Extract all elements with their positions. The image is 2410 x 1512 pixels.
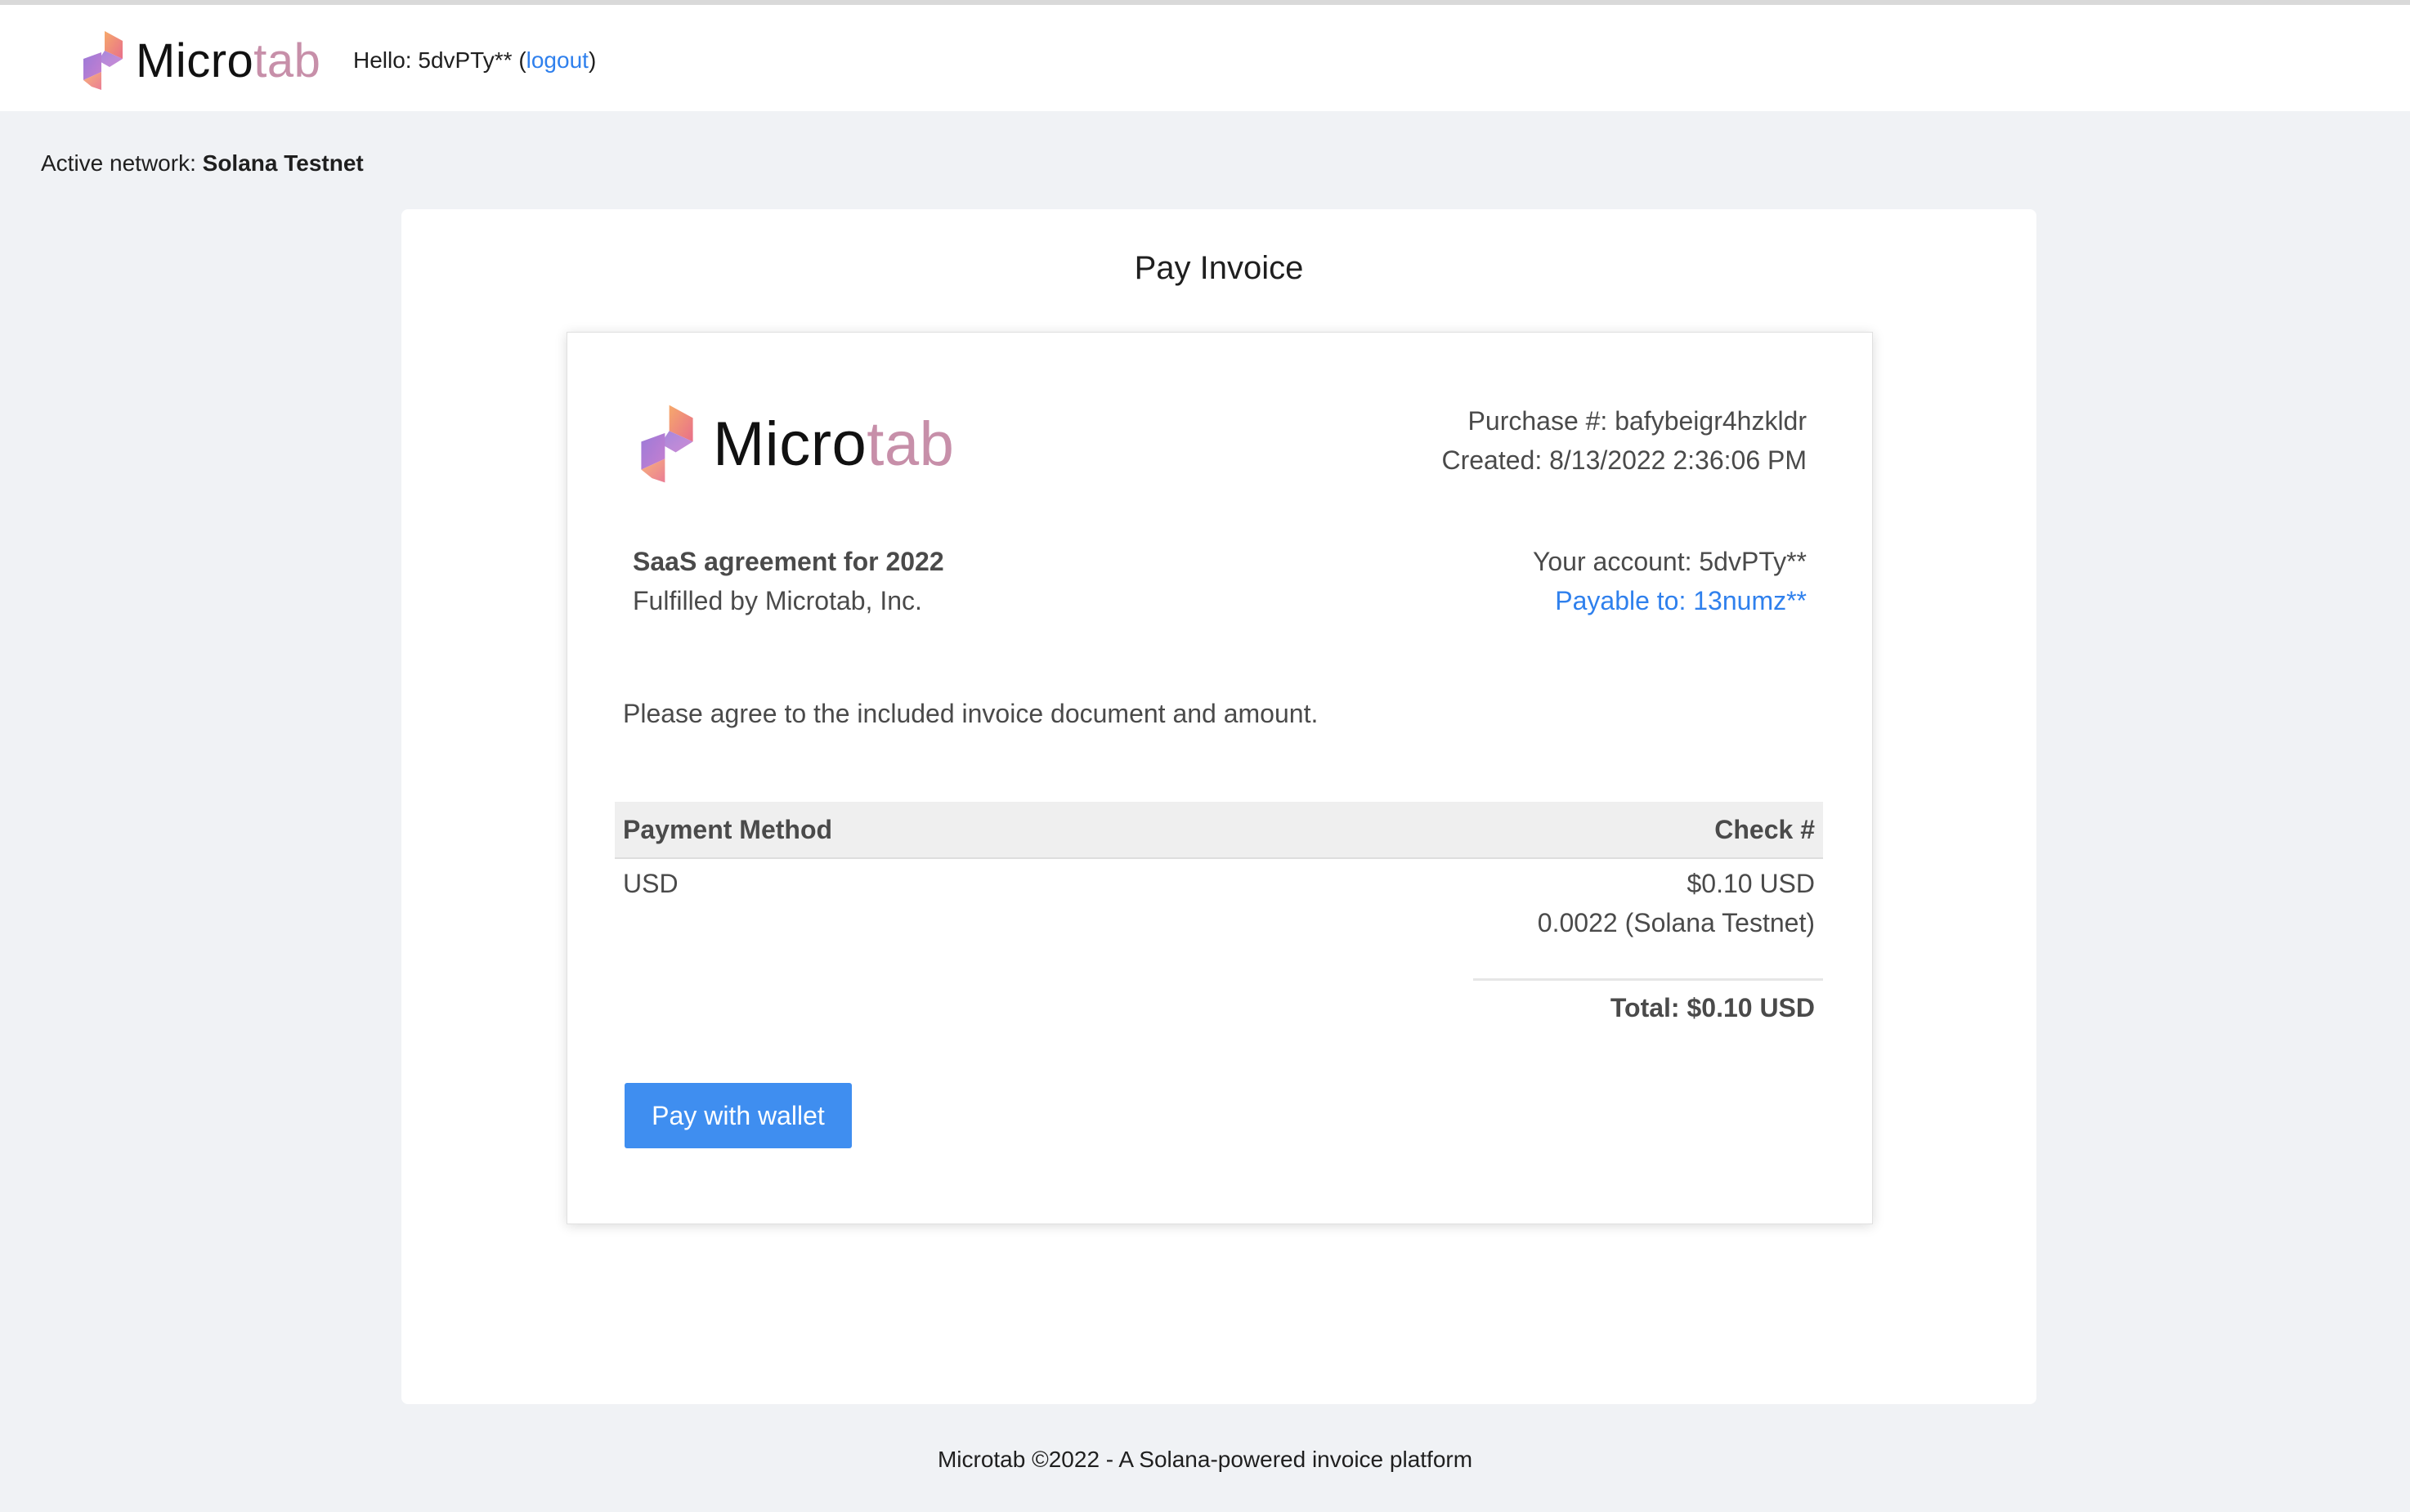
payment-amounts: $0.10 USD 0.0022 (Solana Testnet) (1538, 864, 1815, 942)
greeting-text: Hello: 5dvPTy** ( (353, 47, 526, 73)
brand-name-tab: tab (253, 34, 321, 87)
invoice-brand-name: Microtab (713, 409, 954, 480)
content-panel: Pay Invoice Microtab Purchase #: bafybei… (401, 209, 2036, 1404)
total-divider (1473, 978, 1823, 981)
active-network: Active network: Solana Testnet (41, 150, 364, 177)
footer-text: Microtab ©2022 - A Solana-powered invoic… (937, 1447, 1473, 1472)
amount-crypto: 0.0022 (Solana Testnet) (1537, 908, 1815, 937)
payable-to-link[interactable]: Payable to: 13numz** (1533, 581, 1807, 620)
invoice-brand-tab: tab (867, 409, 955, 479)
agreement-title: SaaS agreement for 2022 (633, 547, 944, 576)
fulfilled-by: Fulfilled by Microtab, Inc. (633, 586, 922, 615)
invoice-brand-micro: Micro (713, 409, 867, 479)
column-payment-method: Payment Method (623, 815, 833, 844)
column-check-number: Check # (1714, 815, 1815, 844)
pay-with-wallet-button[interactable]: Pay with wallet (625, 1083, 852, 1148)
user-greeting: Hello: 5dvPTy** (logout) (353, 47, 596, 74)
your-account: Your account: 5dvPTy** (1532, 547, 1807, 576)
header-bar: Microtab Hello: 5dvPTy** (logout) (0, 5, 2410, 111)
agreement-info: SaaS agreement for 2022 Fulfilled by Mic… (633, 542, 944, 620)
invoice-brand: Microtab (631, 403, 954, 485)
network-value: Solana Testnet (202, 150, 364, 176)
brand-name: Microtab (136, 34, 320, 88)
purchase-number: Purchase #: bafybeigr4hzkldr (1467, 406, 1807, 436)
agreement-note: Please agree to the included invoice doc… (623, 699, 1319, 728)
payment-method-value: USD (623, 869, 679, 898)
greeting-suffix: ) (588, 47, 597, 73)
invoice-card: Microtab Purchase #: bafybeigr4hzkldr Cr… (567, 332, 1873, 1224)
microtab-logo-icon (641, 405, 693, 483)
microtab-logo-icon (83, 31, 123, 90)
brand-name-micro: Micro (136, 34, 254, 87)
total-amount: Total: $0.10 USD (1610, 993, 1815, 1022)
account-info: Your account: 5dvPTy** Payable to: 13num… (1533, 542, 1807, 620)
payment-table-header: Payment Method Check # (615, 802, 1823, 859)
page-title: Pay Invoice (1134, 250, 1304, 286)
network-label: Active network: (41, 150, 203, 176)
header-brand[interactable]: Microtab (77, 29, 320, 92)
logout-link[interactable]: logout (526, 47, 589, 73)
invoice-meta: Purchase #: bafybeigr4hzkldr Created: 8/… (1441, 401, 1807, 480)
amount-usd: $0.10 USD (1687, 869, 1815, 898)
created-date: Created: 8/13/2022 2:36:06 PM (1441, 445, 1807, 475)
